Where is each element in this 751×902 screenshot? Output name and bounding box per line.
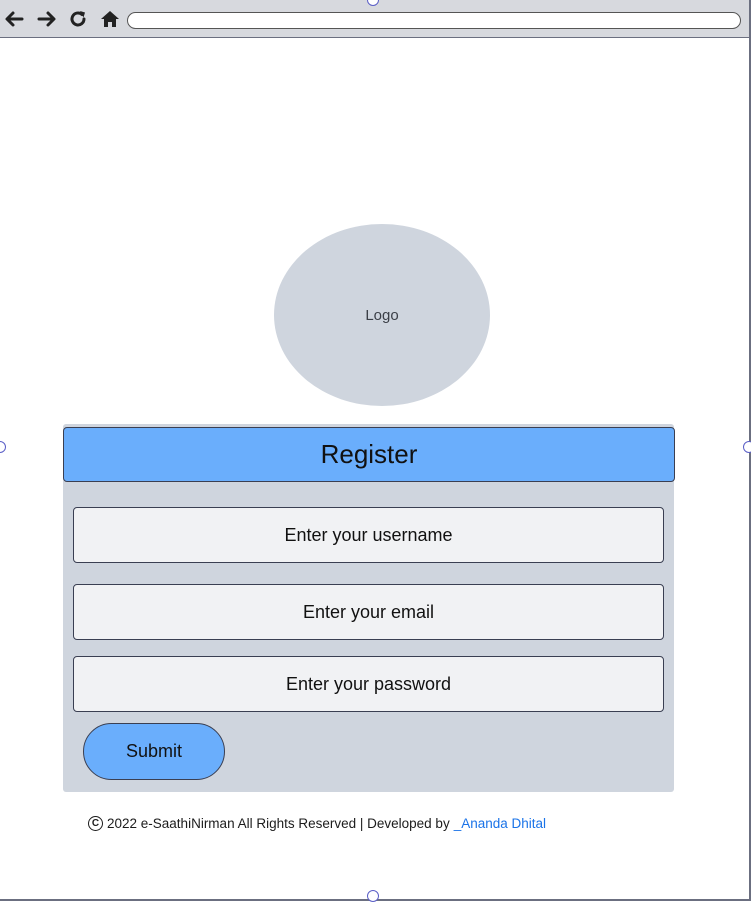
resize-handle-bottom[interactable] bbox=[367, 890, 379, 902]
footer-text: 2022 e-SaathiNirman All Rights Reserved … bbox=[107, 815, 450, 831]
copyright-icon: C bbox=[88, 815, 103, 831]
footer: C 2022 e-SaathiNirman All Rights Reserve… bbox=[88, 813, 546, 833]
arrow-right-icon[interactable] bbox=[35, 6, 59, 32]
register-title: Register bbox=[320, 439, 418, 469]
reload-icon[interactable] bbox=[66, 6, 90, 32]
email-input[interactable]: Enter your email bbox=[73, 584, 664, 640]
developer-link[interactable]: _Ananda Dhital bbox=[454, 816, 546, 831]
arrow-left-icon[interactable] bbox=[2, 6, 26, 32]
home-icon[interactable] bbox=[98, 6, 122, 32]
address-bar[interactable] bbox=[127, 12, 741, 29]
submit-button[interactable]: Submit bbox=[83, 723, 225, 780]
logo-placeholder: Logo bbox=[274, 224, 490, 406]
password-placeholder: Enter your password bbox=[285, 673, 452, 694]
logo-label: Logo bbox=[365, 306, 399, 324]
register-header: Register bbox=[63, 427, 675, 482]
username-placeholder: Enter your username bbox=[284, 524, 453, 545]
password-input[interactable]: Enter your password bbox=[73, 656, 664, 712]
resize-handle-right[interactable] bbox=[743, 441, 751, 453]
username-input[interactable]: Enter your username bbox=[73, 507, 664, 563]
email-placeholder: Enter your email bbox=[302, 601, 435, 622]
submit-label: Submit bbox=[125, 741, 183, 761]
